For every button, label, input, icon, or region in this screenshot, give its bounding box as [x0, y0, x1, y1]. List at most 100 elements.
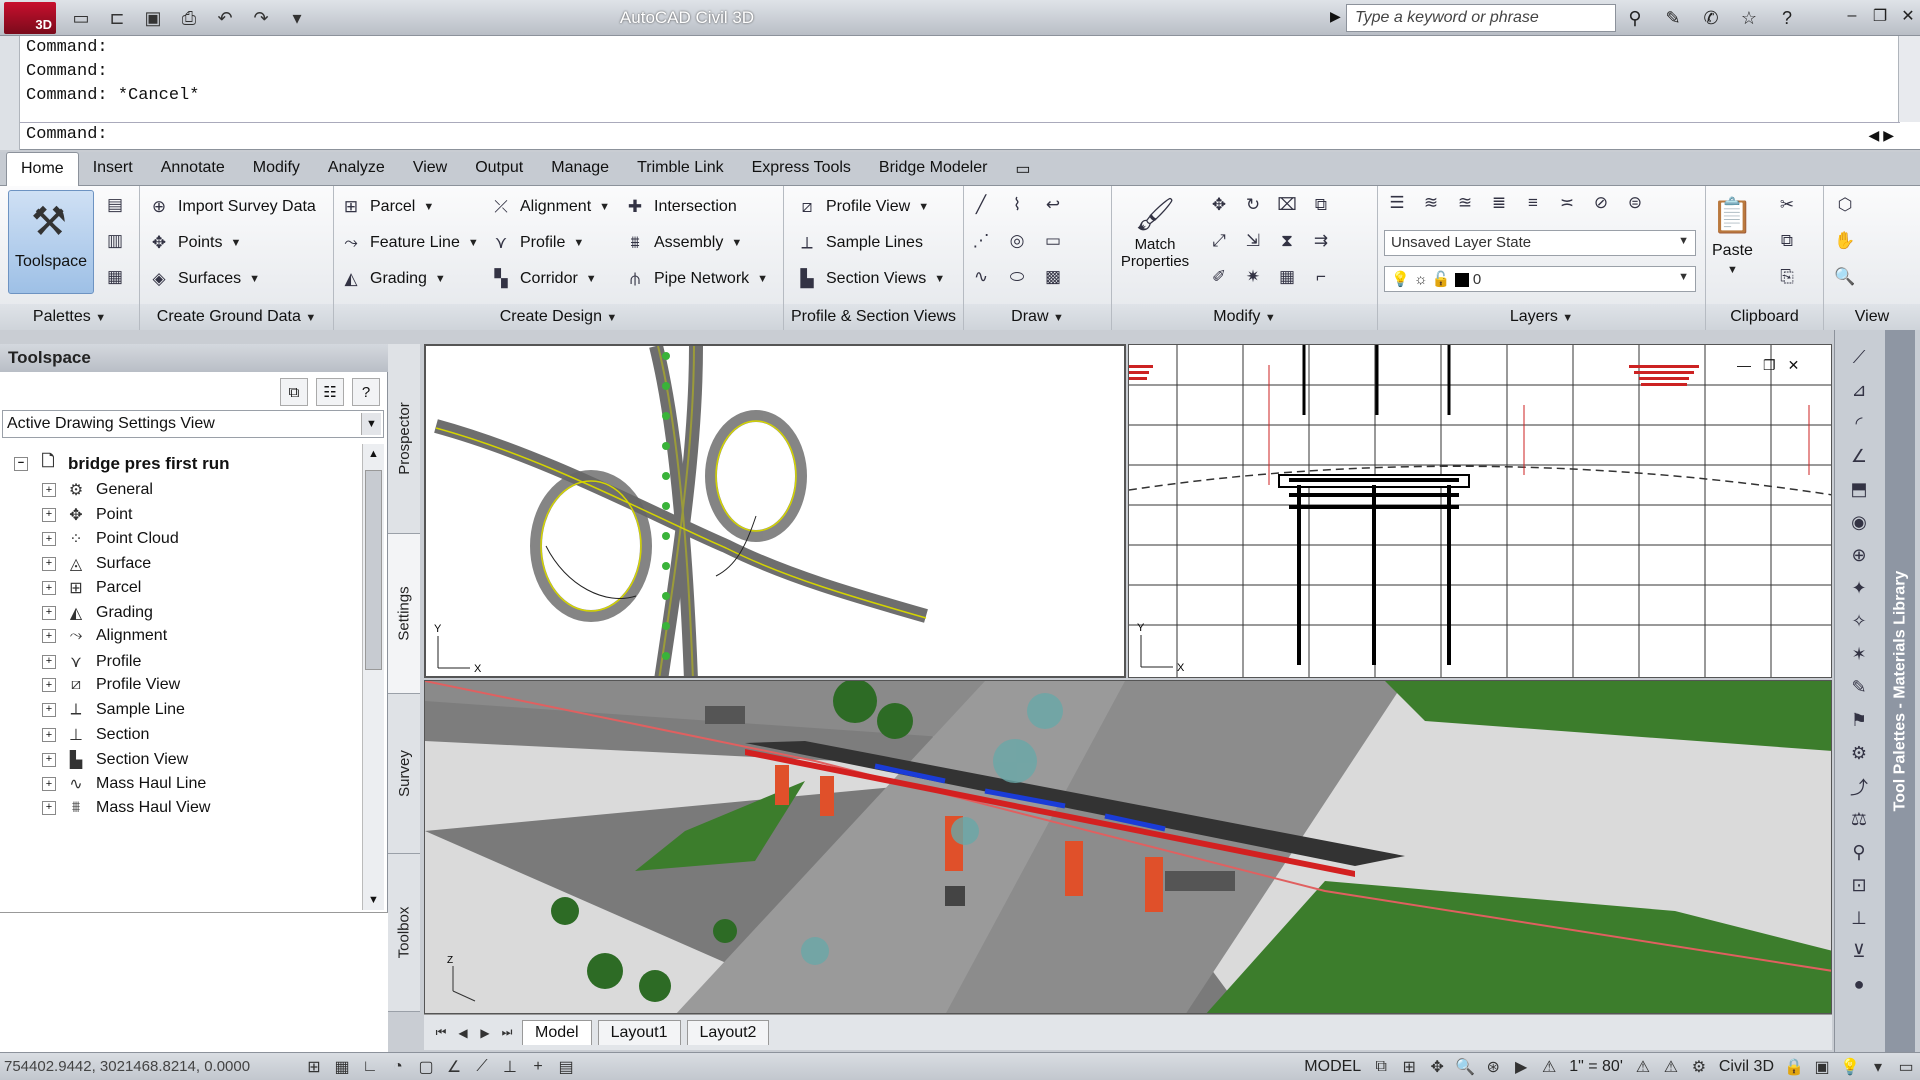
pan-icon[interactable]: ✋ — [1834, 230, 1856, 252]
subscription-icon[interactable]: ✎ — [1658, 4, 1688, 32]
assembly-button[interactable]: ⩩ Assembly ▼ — [624, 232, 742, 254]
grading-button[interactable]: ◭ Grading ▼ — [340, 268, 445, 290]
corridor-button[interactable]: ▚ Corridor ▼ — [490, 268, 596, 290]
sample-lines-button[interactable]: ⟂ Sample Lines — [796, 232, 923, 254]
tree-item[interactable]: + ◬ Surface — [42, 554, 151, 574]
lock-toolbar-icon[interactable]: 🔒 — [1780, 1055, 1808, 1079]
fillet-icon[interactable]: ⌐ — [1310, 266, 1332, 288]
expand-icon[interactable]: + — [42, 654, 56, 669]
tree-item[interactable]: + ⊥ Section — [42, 725, 149, 745]
otrack-icon[interactable]: ⟋ — [468, 1055, 496, 1079]
last-tab-icon[interactable]: ⏭ — [498, 1023, 516, 1043]
clean-screen-icon[interactable]: ▭ — [1892, 1055, 1920, 1079]
hardware-accel-icon[interactable]: ▣ — [1808, 1055, 1836, 1079]
first-tab-icon[interactable]: ⏮ — [432, 1023, 450, 1043]
expand-icon[interactable]: + — [42, 702, 56, 717]
layers-panel-title[interactable]: Layers ▼ — [1378, 304, 1705, 330]
3dosnap-icon[interactable]: ∠ — [440, 1055, 468, 1079]
close-icon[interactable]: ✕ — [1896, 4, 1920, 28]
annotation-scale-dropdown[interactable]: 1" = 80' — [1563, 1058, 1629, 1076]
ducs-icon[interactable]: ⊥ — [496, 1055, 524, 1079]
toolspace-help-icon[interactable]: ? — [352, 378, 380, 406]
tool-ball-icon[interactable]: ● — [1845, 971, 1873, 998]
tool-scale-icon[interactable]: ⚖ — [1845, 806, 1873, 833]
expand-icon[interactable]: + — [42, 532, 56, 546]
tree-item[interactable]: + ⤳ Alignment — [42, 627, 167, 645]
expand-icon[interactable]: + — [42, 777, 56, 791]
showmotion-icon[interactable]: ▶ — [1507, 1055, 1535, 1079]
tree-item[interactable]: + ⟂ Sample Line — [42, 701, 185, 719]
tab-analyze[interactable]: Analyze — [314, 152, 399, 186]
tool-hook-icon[interactable]: ⤴ — [1845, 773, 1873, 800]
tab-toolbox[interactable]: Toolbox — [388, 854, 420, 1012]
mirror-icon[interactable]: ⧗ — [1276, 230, 1298, 252]
polyline-icon[interactable]: ⌇ — [1006, 194, 1028, 216]
tab-insert[interactable]: Insert — [79, 152, 147, 186]
tool-block-icon[interactable]: ⬒ — [1845, 476, 1873, 503]
binoculars-icon[interactable]: ⚲ — [1620, 4, 1650, 32]
intersection-button[interactable]: ✚ Intersection — [624, 196, 737, 218]
tool-palette-title[interactable]: Tool Palettes - Materials Library — [1885, 330, 1915, 1052]
expand-icon[interactable]: + — [42, 605, 56, 620]
paste-button[interactable]: 📋 Paste ▼ — [1711, 194, 1753, 276]
palette-btn-3[interactable]: ▦ — [104, 266, 126, 288]
tab-manage[interactable]: Manage — [537, 152, 623, 186]
layer-isolate-icon[interactable]: ≋ — [1420, 192, 1442, 214]
tool-slope-icon[interactable]: ⊿ — [1845, 377, 1873, 404]
circle-icon[interactable]: ◎ — [1006, 230, 1028, 252]
viewport-3d[interactable]: Z — [424, 680, 1832, 1014]
item-view-icon[interactable]: ⧉ — [280, 378, 308, 406]
tree-item[interactable]: + ◭ Grading — [42, 603, 153, 623]
tree-item[interactable]: + ✥ Point — [42, 505, 132, 525]
zoom-icon[interactable]: 🔍 — [1834, 266, 1856, 288]
copy-clip-icon[interactable]: ⧉ — [1776, 230, 1798, 252]
current-layer-dropdown[interactable]: 💡 ☼ 🔓 0 ▼ — [1384, 266, 1696, 292]
copy-base-icon[interactable]: ⎘ — [1776, 266, 1798, 288]
expand-icon[interactable]: + — [42, 629, 56, 643]
steering-wheel-icon[interactable]: ⊛ — [1479, 1055, 1507, 1079]
rotate-icon[interactable]: ↻ — [1242, 194, 1264, 216]
tab-prospector[interactable]: Prospector — [388, 344, 420, 534]
tree-item[interactable]: + ⋎ Profile — [42, 652, 141, 672]
match-properties-button[interactable]: 🖌 Match Properties — [1120, 194, 1190, 270]
layer-walk-icon[interactable]: ⊘ — [1590, 192, 1612, 214]
scroll-thumb[interactable] — [365, 470, 382, 670]
palette-btn-1[interactable]: ▤ — [104, 194, 126, 216]
spline-icon[interactable]: ∿ — [970, 266, 992, 288]
tab-layout1[interactable]: Layout1 — [597, 1020, 681, 1045]
expand-icon[interactable]: + — [42, 507, 56, 522]
auto-scale-icon[interactable]: ⚠ — [1657, 1055, 1685, 1079]
tree-item[interactable]: + ⧄ Profile View — [42, 676, 180, 694]
create-design-panel-title[interactable]: Create Design ▼ — [334, 304, 783, 330]
expand-icon[interactable]: + — [42, 556, 56, 571]
alignment-button[interactable]: ⤫ Alignment ▼ — [490, 196, 610, 218]
quick-drawings-icon[interactable]: ⊞ — [1395, 1055, 1423, 1079]
profile-button[interactable]: ⋎ Profile ▼ — [490, 232, 584, 254]
stretch-icon[interactable]: ⇲ — [1242, 230, 1264, 252]
toolspace-title[interactable]: Toolspace — [0, 344, 388, 372]
scale-icon[interactable]: ⤢ — [1208, 230, 1230, 252]
tool-arc-icon[interactable]: ◜ — [1845, 410, 1873, 437]
pan-status-icon[interactable]: ✥ — [1423, 1055, 1451, 1079]
dyn-icon[interactable]: + — [524, 1055, 552, 1079]
viewport-minimize-icon[interactable]: — — [1737, 357, 1751, 374]
tool-line-icon[interactable]: ⟋ — [1845, 344, 1873, 371]
tree-item[interactable]: + ⁘ Point Cloud — [42, 529, 179, 549]
viewport-restore-icon[interactable]: ❐ — [1763, 357, 1776, 374]
modify-panel-title[interactable]: Modify ▼ — [1112, 304, 1377, 330]
points-button[interactable]: ✥ Points ▼ — [148, 232, 241, 254]
search-expand-icon[interactable]: ▶ — [1330, 8, 1341, 25]
infer-constraints-icon[interactable]: ⊞ — [300, 1055, 328, 1079]
tool-globe-icon[interactable]: ◉ — [1845, 509, 1873, 536]
cut-icon[interactable]: ✂ — [1776, 194, 1798, 216]
collapse-icon[interactable]: − — [14, 456, 28, 471]
tab-view[interactable]: View — [399, 152, 461, 186]
explode-icon[interactable]: ✷ — [1242, 266, 1264, 288]
workspace-gear-icon[interactable]: ⚙ — [1685, 1055, 1713, 1079]
viewport-close-icon[interactable]: ✕ — [1788, 357, 1800, 374]
viewport-profile[interactable]: Y X — ❐ ✕ — [1128, 344, 1832, 678]
viewport-plan[interactable]: Y X — [424, 344, 1126, 678]
command-input[interactable]: Command: — [20, 122, 1900, 148]
profile-view-button[interactable]: ⧄ Profile View ▼ — [796, 196, 929, 218]
tab-survey[interactable]: Survey — [388, 694, 420, 854]
